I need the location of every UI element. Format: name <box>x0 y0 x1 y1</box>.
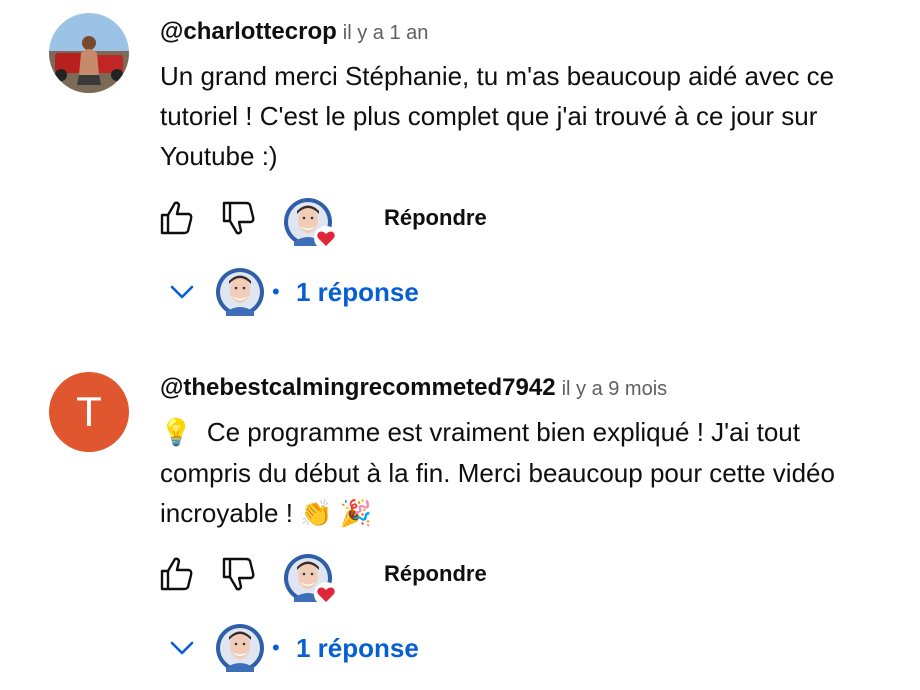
dislike-button[interactable] <box>218 198 258 238</box>
creator-heart <box>284 198 332 246</box>
comment-text: Un grand merci Stéphanie, tu m'as beauco… <box>160 56 900 176</box>
dislike-icon <box>218 198 258 238</box>
author-name[interactable]: @thebestcalmingrecommeted7942 <box>160 374 556 401</box>
like-button[interactable] <box>156 554 196 594</box>
like-icon <box>156 554 196 594</box>
party-icon: 🎉 <box>339 499 373 529</box>
comment-line-text: Ce programme est vraiment bien expliqué … <box>206 417 800 447</box>
comment-line: incroyable ! 👏 🎉 <box>160 493 900 534</box>
heart-icon <box>314 582 338 606</box>
avatar[interactable]: T <box>49 372 129 452</box>
dislike-button[interactable] <box>218 554 258 594</box>
reply-button[interactable]: Répondre <box>384 558 487 590</box>
dislike-icon <box>218 554 258 594</box>
comment-header: @thebestcalmingrecommeted7942 il y a 9 mo… <box>160 374 667 402</box>
like-icon <box>156 198 196 238</box>
comment-time[interactable]: il y a 1 an <box>343 22 429 44</box>
comment-time[interactable]: il y a 9 mois <box>562 378 668 400</box>
separator-dot: • <box>272 635 280 660</box>
reply-button[interactable]: Répondre <box>384 202 487 234</box>
photo-avatar-icon <box>49 13 129 93</box>
comment-line: Youtube :) <box>160 141 278 171</box>
chevron-down-icon <box>168 280 196 304</box>
author-name[interactable]: @charlottecrop <box>160 18 337 45</box>
comment-line-text: incroyable ! <box>160 498 293 528</box>
lightbulb-icon: 💡 <box>160 418 193 448</box>
replies-count[interactable]: 1 réponse <box>296 274 419 310</box>
comment-line: 💡 Ce programme est vraiment bien expliqu… <box>160 412 900 453</box>
clap-icon: 👏 <box>300 499 333 529</box>
heart-icon <box>314 226 338 250</box>
replies-count[interactable]: 1 réponse <box>296 630 419 666</box>
comment-line: tutoriel ! C'est le plus complet que j'a… <box>160 101 818 131</box>
comment-line: Un grand merci Stéphanie, tu m'as beauco… <box>160 61 835 91</box>
comment-text: 💡 Ce programme est vraiment bien expliqu… <box>160 412 900 534</box>
creator-avatar <box>216 268 264 316</box>
avatar-letter: T <box>76 388 102 435</box>
creator-avatar <box>216 624 264 672</box>
separator-dot: • <box>272 279 280 304</box>
like-button[interactable] <box>156 198 196 238</box>
avatar[interactable] <box>49 13 129 93</box>
chevron-down-icon <box>168 636 196 660</box>
creator-heart <box>284 554 332 602</box>
comment-line: compris du début à la fin. Merci beaucou… <box>160 458 835 488</box>
comment-header: @charlottecrop il y a 1 an <box>160 18 428 46</box>
